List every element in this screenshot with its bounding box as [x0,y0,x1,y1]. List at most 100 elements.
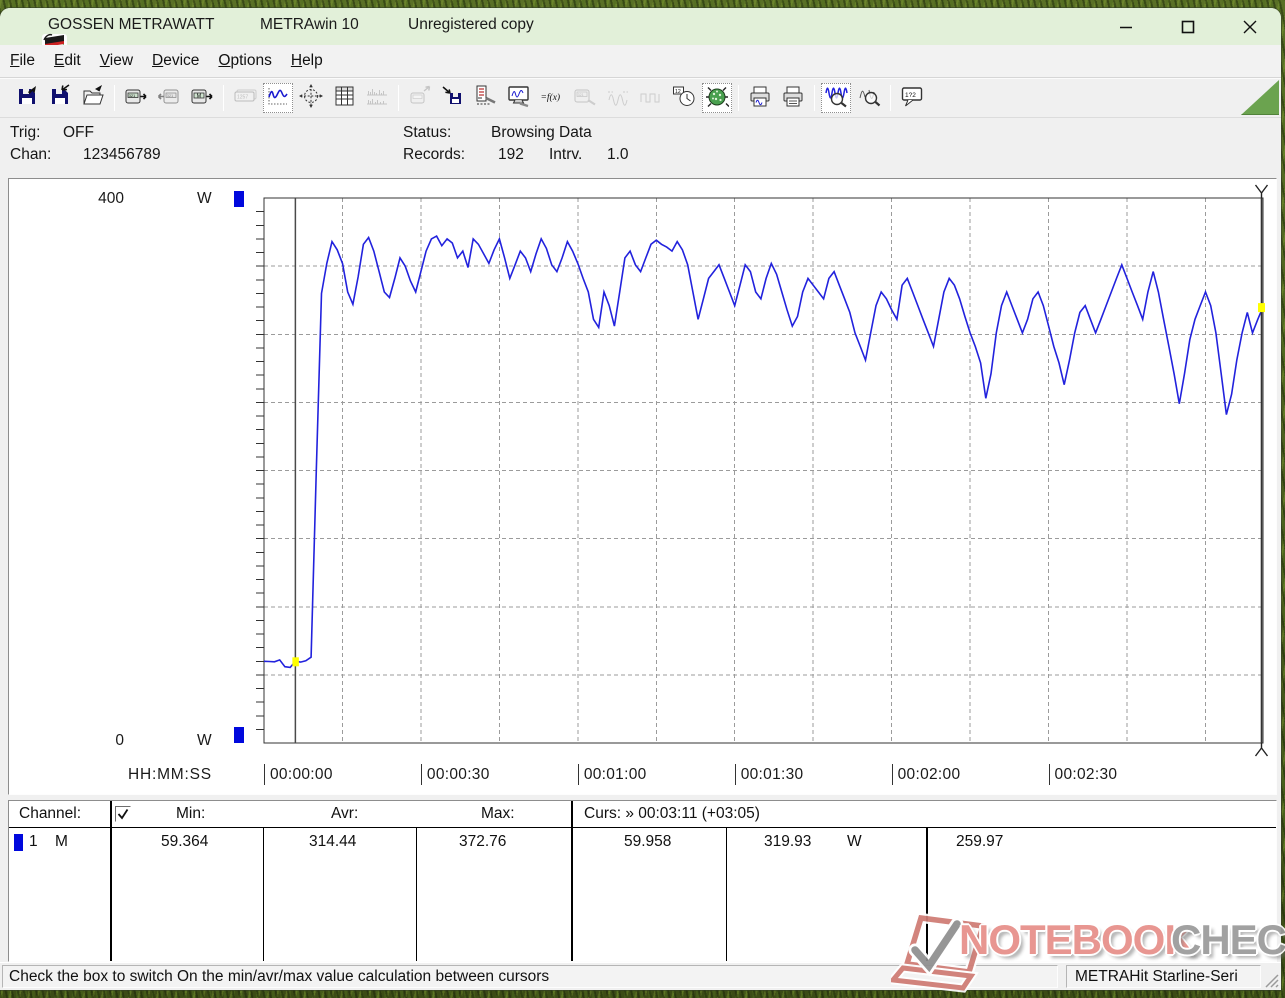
close-button[interactable] [1219,8,1281,45]
y-axis-min-label: 0 [84,732,124,750]
menu-view[interactable]: View [100,52,133,70]
debug-bug-button[interactable] [702,83,732,113]
status-info-panel: Trig: OFF Chan: 123456789 Status: Browsi… [0,118,1281,178]
trig-label: Trig: [10,124,40,142]
pulse-wave-button [636,83,666,113]
menubar: File Edit View Device Options Help [0,45,1281,78]
max-header: Max: [481,805,515,823]
save-export-button[interactable] [12,83,42,113]
max-value: 372.76 [459,833,506,851]
desktop-background: { "window": { "app_name": "GOSSEN METRAW… [0,0,1285,998]
x-tick-label: 00:02:30 [1049,764,1118,785]
analog-wave-icon [606,84,630,113]
zoom-value-icon [857,84,881,113]
status-value: Browsing Data [491,124,592,142]
x-tick-label: 00:00:00 [264,764,333,785]
monitor-display-button[interactable] [504,83,534,113]
y-axis-unit-bottom: W [197,732,212,750]
save-export-icon [15,84,39,113]
record-store-button[interactable] [438,83,468,113]
save-import-icon [48,84,72,113]
pulse-wave-icon [639,84,663,113]
x-tick-label: 00:00:30 [421,764,490,785]
record-store-icon [441,84,465,113]
view-table-button[interactable] [329,83,359,113]
read-memory-button[interactable]: M [187,83,217,113]
menu-edit[interactable]: Edit [54,52,81,70]
toolbar-separator [890,85,891,111]
cursor-2[interactable] [1256,185,1268,756]
x-tick-label: 00:01:00 [578,764,647,785]
min-value: 59.364 [161,833,208,851]
statusbar: Check the box to switch On the min/avr/m… [0,962,1281,990]
time-interval-icon: 12 [672,84,696,113]
titlebar-app-name: GOSSEN METRAWATT [48,16,214,34]
records-value: 192 [498,146,524,164]
y-axis-max-label: 400 [84,190,124,208]
x-tick-label: 00:01:30 [735,764,804,785]
channel-marker-top [234,191,244,207]
table-header-divider [9,827,1276,828]
zoom-time-button[interactable] [821,83,851,113]
cursor1-value: 59.958 [624,833,671,851]
chart-panel: 400 W 0 W HH:MM:SS 00:00:00 00:00:30 00:01… [8,178,1277,795]
titlebar: GOSSEN METRAWATT METRAwin 10 Unregistere… [0,8,1281,45]
app-logo-icon [16,14,41,39]
device-link-button [405,83,435,113]
menu-device[interactable]: Device [152,52,199,70]
trig-value: OFF [63,124,94,142]
time-interval-button[interactable]: 12 [669,83,699,113]
device-link-icon [408,84,432,113]
menu-file[interactable]: File [10,52,35,70]
channel-header: Channel: [19,805,81,823]
minimize-button[interactable] [1095,8,1157,45]
power-curve [264,236,1263,667]
view-xy-icon [299,84,323,113]
open-file-button[interactable] [78,83,108,113]
debug-bug-icon [705,84,729,113]
view-xy-button[interactable] [296,83,326,113]
print-button[interactable] [778,83,808,113]
x-axis-label: HH:MM:SS [128,766,212,784]
hints-button[interactable]: 1?2 [897,83,927,113]
power-chart[interactable] [9,179,1276,794]
svg-text:12: 12 [675,88,681,94]
measurement-table: Channel: Min: Avr: Max: Curs: » 00:03:11… [8,800,1277,962]
read-device-button[interactable]: 321 [121,83,151,113]
device-settings-button: 321 [570,83,600,113]
write-device-button: 321 [154,83,184,113]
svg-text:321: 321 [167,92,174,97]
save-import-button[interactable] [45,83,75,113]
resize-grip[interactable] [1263,972,1279,988]
toolbar-separator [738,85,739,111]
maximize-button[interactable] [1157,8,1219,45]
channel-config-button[interactable] [471,83,501,113]
between-cursors-checkbox[interactable] [115,806,131,822]
channel-config-icon [474,84,498,113]
interval-label: Intrv. [549,146,582,164]
monitor-display-icon [507,84,531,113]
zoom-value-button[interactable] [854,83,884,113]
svg-text:1?2: 1?2 [905,92,916,99]
channel-mode: M [55,833,68,851]
toolbar-separator [223,85,224,111]
channel-number: 1 [29,833,38,851]
print-icon [781,84,805,113]
svg-text:=f(x): =f(x) [541,92,561,103]
toolbar: 321 321 M 1257 =f(x) 321 12 1?2 [0,78,1281,118]
menu-options[interactable]: Options [218,52,271,70]
device-settings-icon: 321 [573,84,597,113]
print-preview-button[interactable] [745,83,775,113]
app-window: GOSSEN METRAWATT METRAwin 10 Unregistere… [0,8,1281,990]
menu-help[interactable]: Help [291,52,323,70]
statusbar-device-name: METRAHit Starline-Seri [1066,965,1261,988]
print-preview-icon [748,84,772,113]
formula-fx-button[interactable]: =f(x) [537,83,567,113]
y-axis-unit-top: W [197,190,212,208]
view-histogram-button [362,83,392,113]
min-header: Min: [176,805,205,823]
device-display-icon: 1257 [233,84,257,113]
analog-wave-button [603,83,633,113]
open-file-icon [81,84,105,113]
view-curve-button[interactable] [263,83,293,113]
